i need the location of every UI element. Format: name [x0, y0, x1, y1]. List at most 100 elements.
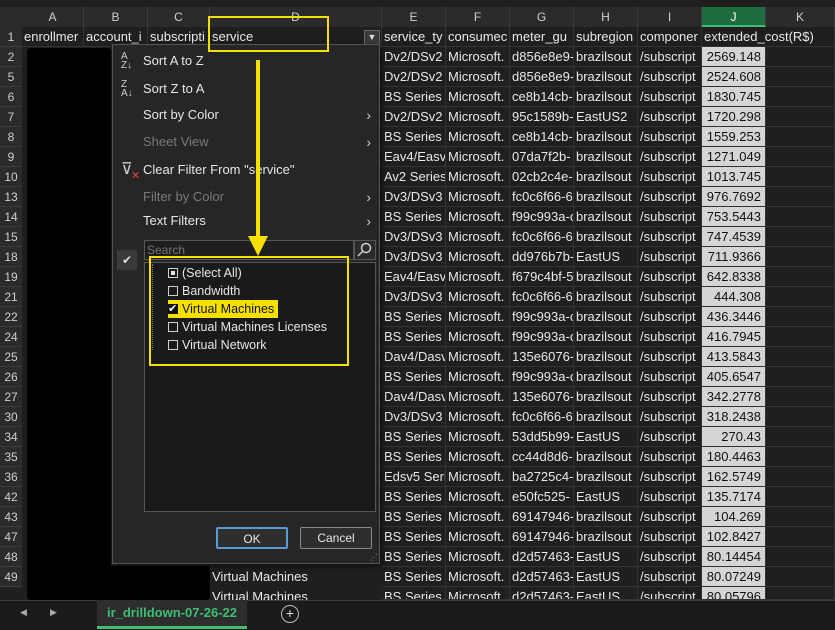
column-header-b[interactable]: B [84, 7, 148, 27]
cost-cell[interactable]: 444.308 [702, 287, 766, 307]
table-cell[interactable]: brazilsout [574, 287, 638, 307]
table-cell[interactable]: BS Series [382, 567, 446, 587]
table-cell[interactable] [766, 47, 835, 67]
cost-cell[interactable]: 80.05796 [702, 587, 766, 600]
table-cell[interactable]: 69147946- [510, 527, 574, 547]
row-header[interactable]: 10 [0, 167, 22, 187]
table-cell[interactable]: /subscript [638, 47, 702, 67]
row-header[interactable]: 19 [0, 267, 22, 287]
table-cell[interactable]: /subscript [638, 467, 702, 487]
table-cell[interactable] [766, 327, 835, 347]
cost-cell[interactable]: 270.43 [702, 427, 766, 447]
table-cell[interactable]: Eav4/Easv [382, 147, 446, 167]
table-cell[interactable]: BS Series [382, 207, 446, 227]
table-cell[interactable]: Microsoft. [446, 207, 510, 227]
table-cell[interactable]: Microsoft. [446, 147, 510, 167]
table-cell[interactable]: BS Series [382, 587, 446, 600]
table-cell[interactable]: /subscript [638, 527, 702, 547]
table-cell[interactable]: /subscript [638, 167, 702, 187]
table-cell[interactable]: f679c4bf-5 [510, 267, 574, 287]
column-header-f[interactable]: F [446, 7, 510, 27]
table-cell[interactable]: brazilsout [574, 347, 638, 367]
row-header[interactable]: 18 [0, 247, 22, 267]
table-cell[interactable]: ce8b14cb- [510, 87, 574, 107]
table-cell[interactable]: brazilsout [574, 407, 638, 427]
table-cell[interactable]: brazilsout [574, 267, 638, 287]
header-extended-cost[interactable]: extended_cost(R$) [702, 27, 835, 47]
table-cell[interactable]: 53dd5b99- [510, 427, 574, 447]
table-cell[interactable]: /subscript [638, 127, 702, 147]
table-cell[interactable]: BS Series [382, 367, 446, 387]
header-subregion[interactable]: subregion [574, 27, 638, 47]
table-cell[interactable]: Microsoft. [446, 407, 510, 427]
table-cell[interactable]: Dv3/DSv3 [382, 287, 446, 307]
table-cell[interactable]: Microsoft. [446, 247, 510, 267]
table-cell[interactable]: BS Series [382, 507, 446, 527]
table-cell[interactable] [766, 467, 835, 487]
table-cell[interactable]: d856e8e9- [510, 67, 574, 87]
table-cell[interactable]: /subscript [638, 87, 702, 107]
table-cell[interactable]: brazilsout [574, 527, 638, 547]
row-header[interactable]: 6 [0, 87, 22, 107]
table-cell[interactable]: /subscript [638, 347, 702, 367]
table-cell[interactable]: brazilsout [574, 387, 638, 407]
table-cell[interactable] [766, 387, 835, 407]
table-cell[interactable]: Dv2/DSv2 [382, 67, 446, 87]
header-service-type[interactable]: service_ty [382, 27, 446, 47]
table-cell[interactable]: BS Series [382, 427, 446, 447]
column-header-a[interactable]: A [22, 7, 84, 27]
table-cell[interactable]: 02cb2c4e- [510, 167, 574, 187]
search-icon[interactable] [354, 240, 376, 260]
sheet-tab-active[interactable]: ir_drilldown-07-26-22 [97, 600, 247, 629]
table-cell[interactable]: /subscript [638, 427, 702, 447]
row-header[interactable]: 5 [0, 67, 22, 87]
table-cell[interactable]: Eav4/Easv [382, 267, 446, 287]
cost-cell[interactable]: 1559.253 [702, 127, 766, 147]
table-cell[interactable]: Microsoft. [446, 67, 510, 87]
table-cell[interactable]: /subscript [638, 407, 702, 427]
table-cell[interactable]: EastUS [574, 247, 638, 267]
table-cell[interactable]: fc0c6f66-6 [510, 187, 574, 207]
table-cell[interactable] [766, 587, 835, 600]
table-cell[interactable]: Microsoft. [446, 47, 510, 67]
table-cell[interactable]: f99c993a-c [510, 327, 574, 347]
table-cell[interactable]: Microsoft. [446, 467, 510, 487]
row-header[interactable]: 9 [0, 147, 22, 167]
row-header[interactable]: 42 [0, 487, 22, 507]
table-cell[interactable]: Edsv5 Seri [382, 467, 446, 487]
table-cell[interactable] [766, 527, 835, 547]
table-cell[interactable]: d856e8e9- [510, 47, 574, 67]
table-cell[interactable] [766, 167, 835, 187]
cost-cell[interactable]: 342.2778 [702, 387, 766, 407]
table-cell[interactable]: /subscript [638, 67, 702, 87]
header-component[interactable]: componer [638, 27, 702, 47]
table-cell[interactable]: 07da7f2b- [510, 147, 574, 167]
row-header[interactable]: 13 [0, 187, 22, 207]
ok-button[interactable]: OK [216, 527, 288, 549]
table-cell[interactable]: Dv2/DSv2 [382, 47, 446, 67]
row-header[interactable]: 36 [0, 467, 22, 487]
table-cell[interactable]: /subscript [638, 367, 702, 387]
table-cell[interactable]: 95c1589b- [510, 107, 574, 127]
row-header[interactable]: 7 [0, 107, 22, 127]
table-cell[interactable]: /subscript [638, 547, 702, 567]
table-cell[interactable] [766, 567, 835, 587]
table-cell[interactable]: /subscript [638, 567, 702, 587]
row-header[interactable]: 14 [0, 207, 22, 227]
table-cell[interactable]: EastUS [574, 547, 638, 567]
table-cell[interactable]: brazilsout [574, 47, 638, 67]
cost-cell[interactable]: 104.269 [702, 507, 766, 527]
table-cell[interactable]: Microsoft. [446, 507, 510, 527]
row-header[interactable]: 47 [0, 527, 22, 547]
table-cell[interactable]: brazilsout [574, 227, 638, 247]
table-cell[interactable]: /subscript [638, 507, 702, 527]
table-cell[interactable]: d2d57463- [510, 567, 574, 587]
table-cell[interactable] [766, 127, 835, 147]
table-cell[interactable]: Microsoft. [446, 587, 510, 600]
row-header[interactable]: 15 [0, 227, 22, 247]
header-meter-guid[interactable]: meter_gu [510, 27, 574, 47]
table-cell[interactable]: e50fc525- [510, 487, 574, 507]
table-cell[interactable]: f99c993a-c [510, 307, 574, 327]
table-cell[interactable]: EastUS [574, 587, 638, 600]
cost-cell[interactable]: 976.7692 [702, 187, 766, 207]
